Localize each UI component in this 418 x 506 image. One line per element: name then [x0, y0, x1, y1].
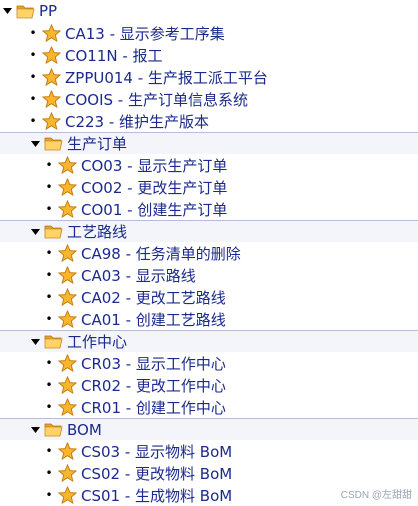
list-item[interactable]: • CR02 - 更改工作中心 — [0, 374, 418, 396]
transaction-label: CO11N - 报工 — [65, 46, 163, 65]
star-icon — [42, 67, 61, 87]
star-icon — [42, 23, 61, 43]
folder-open-icon — [44, 224, 63, 239]
star-icon — [42, 45, 61, 65]
bullet-icon: • — [29, 114, 37, 128]
collapse-triangle-icon[interactable] — [2, 6, 12, 16]
list-item[interactable]: • CO02 - 更改生产订单 — [0, 176, 418, 198]
bullet-icon: • — [45, 488, 53, 502]
transaction-label: CA03 - 显示路线 — [81, 266, 196, 285]
list-item[interactable]: • CO11N - 报工 — [0, 44, 418, 66]
folder-label: 工艺路线 — [67, 223, 128, 241]
transaction-label: CO02 - 更改生产订单 — [81, 178, 228, 197]
bullet-icon: • — [45, 312, 53, 326]
list-item[interactable]: • CA13 - 显示参考工序集 — [0, 22, 418, 44]
bullet-icon: • — [45, 158, 53, 172]
transaction-label: CS02 - 更改物料 BoM — [81, 464, 233, 483]
list-item[interactable]: • CA01 - 创建工艺路线 — [0, 308, 418, 330]
transaction-label: CS03 - 显示物料 BoM — [81, 442, 233, 461]
star-icon — [58, 287, 77, 307]
bullet-icon: • — [45, 466, 53, 480]
transaction-label: CR02 - 更改工作中心 — [81, 376, 226, 395]
list-item[interactable]: • ZPPU014 - 生产报工派工平台 — [0, 66, 418, 88]
transaction-label: COOIS - 生产订单信息系统 — [65, 90, 248, 109]
star-icon — [58, 265, 77, 285]
folder-open-icon — [44, 334, 63, 349]
star-icon — [58, 243, 77, 263]
bullet-icon: • — [29, 92, 37, 106]
collapse-triangle-icon[interactable] — [30, 425, 40, 435]
bullet-icon: • — [45, 444, 53, 458]
watermark: CSDN @左甜甜 — [340, 490, 412, 501]
bullet-icon: • — [45, 290, 53, 304]
list-item[interactable]: • C223 - 维护生产版本 — [0, 110, 418, 132]
list-item[interactable]: • CO03 - 显示生产订单 — [0, 154, 418, 176]
transaction-label: CR01 - 创建工作中心 — [81, 398, 226, 417]
list-item[interactable]: • CS02 - 更改物料 BoM — [0, 462, 418, 484]
folder-work-centers[interactable]: 工作中心 — [0, 330, 418, 352]
folder-pp[interactable]: PP — [0, 0, 418, 22]
folder-open-icon — [44, 136, 63, 151]
collapse-triangle-icon[interactable] — [30, 337, 40, 347]
bullet-icon: • — [45, 268, 53, 282]
star-icon — [58, 441, 77, 461]
list-item[interactable]: • CA98 - 任务清单的删除 — [0, 242, 418, 264]
transaction-label: CR03 - 显示工作中心 — [81, 354, 226, 373]
folder-open-icon — [16, 4, 35, 19]
list-item[interactable]: • CO01 - 创建生产订单 — [0, 198, 418, 220]
transaction-label: CO01 - 创建生产订单 — [81, 200, 228, 219]
list-item[interactable]: • CA02 - 更改工艺路线 — [0, 286, 418, 308]
folder-label: PP — [39, 2, 58, 20]
list-item[interactable]: • CR03 - 显示工作中心 — [0, 352, 418, 374]
transaction-label: CO03 - 显示生产订单 — [81, 156, 228, 175]
bullet-icon: • — [45, 180, 53, 194]
folder-label: 生产订单 — [67, 135, 128, 153]
folder-label: BOM — [67, 420, 102, 439]
transaction-label: CS01 - 生成物料 BoM — [81, 486, 233, 505]
star-icon — [58, 397, 77, 417]
bullet-icon: • — [45, 246, 53, 260]
transaction-label: CA01 - 创建工艺路线 — [81, 310, 226, 329]
folder-label: 工作中心 — [67, 333, 128, 351]
transaction-label: C223 - 维护生产版本 — [65, 112, 210, 131]
transaction-label: ZPPU014 - 生产报工派工平台 — [65, 68, 268, 87]
bullet-icon: • — [29, 70, 37, 84]
list-item[interactable]: • CR01 - 创建工作中心 — [0, 396, 418, 418]
folder-production-orders[interactable]: 生产订单 — [0, 132, 418, 154]
star-icon — [42, 89, 61, 109]
folder-routings[interactable]: 工艺路线 — [0, 220, 418, 242]
transaction-label: CA13 - 显示参考工序集 — [65, 24, 225, 43]
collapse-triangle-icon[interactable] — [30, 139, 40, 149]
transaction-label: CA02 - 更改工艺路线 — [81, 288, 226, 307]
list-item[interactable]: • CA03 - 显示路线 — [0, 264, 418, 286]
transaction-label: CA98 - 任务清单的删除 — [81, 244, 241, 263]
star-icon — [58, 309, 77, 329]
bullet-icon: • — [29, 26, 37, 40]
star-icon — [58, 177, 77, 197]
favorites-tree: PP • CA13 - 显示参考工序集 • CO11N - 报工 • ZPPU0… — [0, 0, 418, 506]
list-item[interactable]: • CS03 - 显示物料 BoM — [0, 440, 418, 462]
star-icon — [58, 463, 77, 483]
folder-open-icon — [44, 422, 63, 437]
folder-bom[interactable]: BOM — [0, 418, 418, 440]
bullet-icon: • — [29, 48, 37, 62]
star-icon — [58, 353, 77, 373]
star-icon — [58, 199, 77, 219]
star-icon — [58, 375, 77, 395]
star-icon — [42, 111, 61, 131]
bullet-icon: • — [45, 378, 53, 392]
collapse-triangle-icon[interactable] — [30, 227, 40, 237]
list-item[interactable]: • COOIS - 生产订单信息系统 — [0, 88, 418, 110]
star-icon — [58, 485, 77, 505]
bullet-icon: • — [45, 202, 53, 216]
bullet-icon: • — [45, 400, 53, 414]
bullet-icon: • — [45, 356, 53, 370]
star-icon — [58, 155, 77, 175]
